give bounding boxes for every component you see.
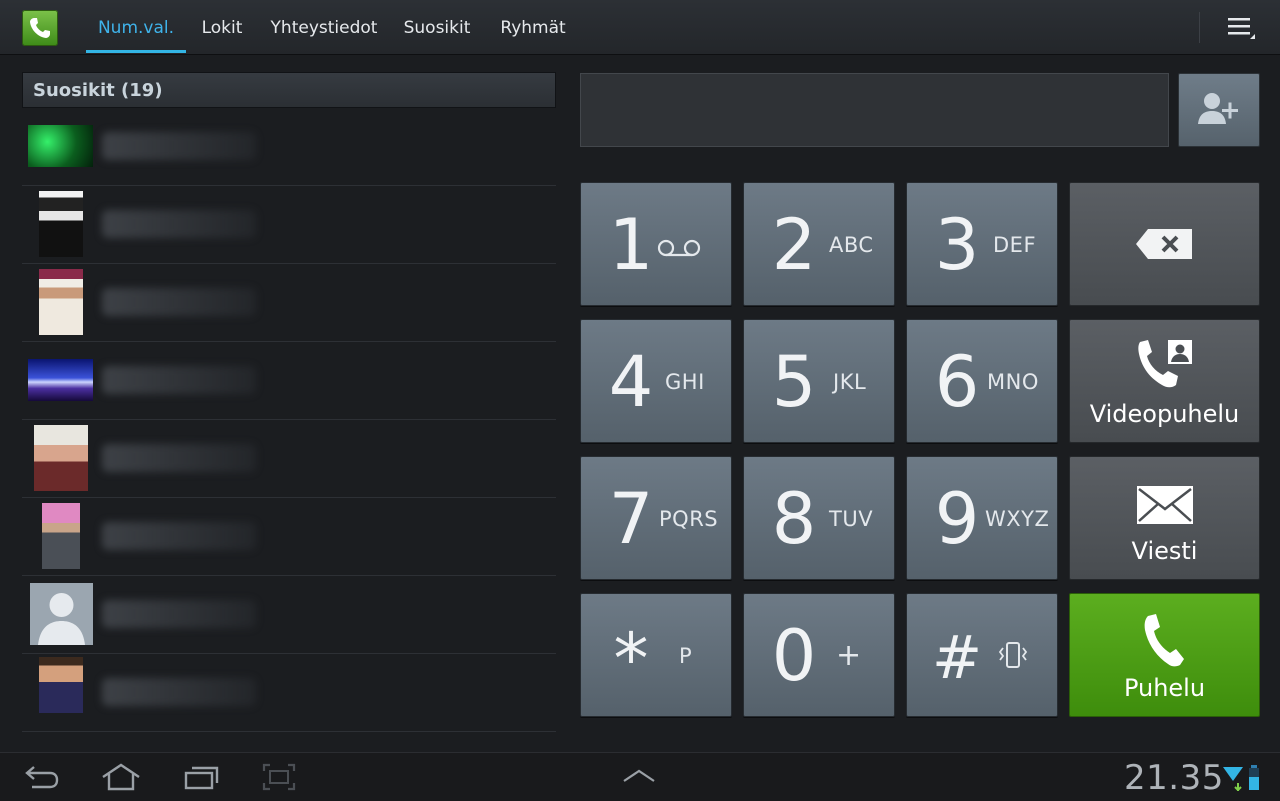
favorite-contact[interactable]: [22, 420, 556, 498]
backspace-icon: [1136, 229, 1192, 259]
contact-name-blurred: [102, 210, 256, 238]
wifi-icon: [1223, 767, 1243, 791]
key-hash[interactable]: #: [906, 593, 1058, 717]
tab-groups[interactable]: Ryhmät: [490, 0, 576, 54]
contact-name-blurred: [102, 132, 256, 160]
key-digit: 3: [934, 204, 980, 286]
contact-photo: [28, 359, 93, 401]
menu-divider: [1199, 12, 1200, 43]
add-contact-button[interactable]: [1178, 73, 1260, 147]
battery-icon: [1249, 765, 1259, 790]
key-letters: JKL: [833, 370, 867, 394]
voicemail-icon: [657, 239, 701, 257]
key-5[interactable]: 5 JKL: [743, 319, 895, 443]
contact-photo: [39, 269, 83, 335]
screenshot-icon[interactable]: [262, 763, 296, 791]
key-digit: 0: [771, 615, 817, 697]
contact-photo: [34, 425, 88, 491]
contact-photo: [28, 125, 93, 167]
key-letters: GHI: [665, 370, 705, 394]
key-6[interactable]: 6 MNO: [906, 319, 1058, 443]
favorites-header-title: Suosikit (19): [33, 80, 163, 101]
call-label: Puhelu: [1123, 674, 1206, 702]
key-star[interactable]: * P: [580, 593, 732, 717]
contact-name-blurred: [102, 600, 256, 628]
contact-name-blurred: [102, 366, 256, 394]
favorite-contact[interactable]: [22, 498, 556, 576]
system-navigation-bar: 21.35: [0, 752, 1280, 801]
phone-icon: [1144, 614, 1184, 667]
contact-photo: [39, 191, 83, 257]
key-letters: ABC: [829, 233, 874, 257]
key-digit: #: [931, 623, 983, 693]
tab-dialer[interactable]: Num.val.: [86, 0, 186, 54]
key-3[interactable]: 3 DEF: [906, 182, 1058, 306]
key-4[interactable]: 4 GHI: [580, 319, 732, 443]
key-letters: P: [679, 644, 693, 668]
envelope-icon: [1137, 486, 1193, 524]
contact-photo: [39, 657, 83, 713]
call-button[interactable]: Puhelu: [1069, 593, 1260, 717]
video-call-icon: [1138, 340, 1192, 388]
key-1[interactable]: 1: [580, 182, 732, 306]
favorites-header: Suosikit (19): [22, 72, 556, 108]
contact-name-blurred: [102, 522, 256, 550]
clock: 21.35: [1124, 758, 1224, 798]
key-letters: WXYZ: [985, 507, 1050, 531]
key-digit: 5: [771, 341, 817, 423]
favorite-contact[interactable]: [22, 186, 556, 264]
phone-icon: [30, 18, 50, 38]
contact-name-blurred: [102, 288, 256, 316]
video-call-label: Videopuhelu: [1089, 400, 1240, 428]
backspace-button[interactable]: [1069, 182, 1260, 306]
key-digit: *: [613, 618, 649, 700]
person-silhouette-icon: [38, 593, 85, 645]
key-letters: +: [836, 638, 862, 673]
key-letters: MNO: [987, 370, 1039, 394]
favorite-contact[interactable]: [22, 576, 556, 654]
overflow-menu-icon[interactable]: [1224, 15, 1258, 41]
favorite-contact[interactable]: [22, 108, 556, 186]
back-icon[interactable]: [24, 763, 60, 791]
favorites-list: [22, 108, 556, 732]
action-bar: Num.val. Lokit Yhteystiedot Suosikit Ryh…: [0, 0, 1280, 55]
video-call-button[interactable]: Videopuhelu: [1069, 319, 1260, 443]
home-icon[interactable]: [100, 763, 142, 791]
key-7[interactable]: 7 PQRS: [580, 456, 732, 580]
contact-name-blurred: [102, 678, 256, 706]
phone-number-field[interactable]: [580, 73, 1169, 147]
phone-app-icon[interactable]: [22, 10, 58, 46]
message-button[interactable]: Viesti: [1069, 456, 1260, 580]
tab-contacts[interactable]: Yhteystiedot: [264, 0, 384, 54]
contact-name-blurred: [102, 444, 256, 472]
recent-apps-icon[interactable]: [184, 763, 220, 791]
key-2[interactable]: 2 ABC: [743, 182, 895, 306]
tab-logs[interactable]: Lokit: [192, 0, 252, 54]
default-avatar: [30, 583, 93, 645]
favorite-contact[interactable]: [22, 264, 556, 342]
favorite-contact[interactable]: [22, 654, 556, 732]
key-letters: TUV: [829, 507, 874, 531]
key-0[interactable]: 0 +: [743, 593, 895, 717]
favorite-contact[interactable]: [22, 342, 556, 420]
key-9[interactable]: 9 WXYZ: [906, 456, 1058, 580]
contact-photo: [42, 503, 80, 569]
key-8[interactable]: 8 TUV: [743, 456, 895, 580]
key-letters: DEF: [993, 233, 1037, 257]
up-arrow-icon[interactable]: [622, 767, 656, 785]
key-letters: PQRS: [659, 507, 719, 531]
message-label: Viesti: [1131, 537, 1198, 565]
tab-favorites[interactable]: Suosikit: [396, 0, 478, 54]
add-contact-icon: [1198, 93, 1238, 124]
vibrate-icon: [998, 642, 1028, 668]
